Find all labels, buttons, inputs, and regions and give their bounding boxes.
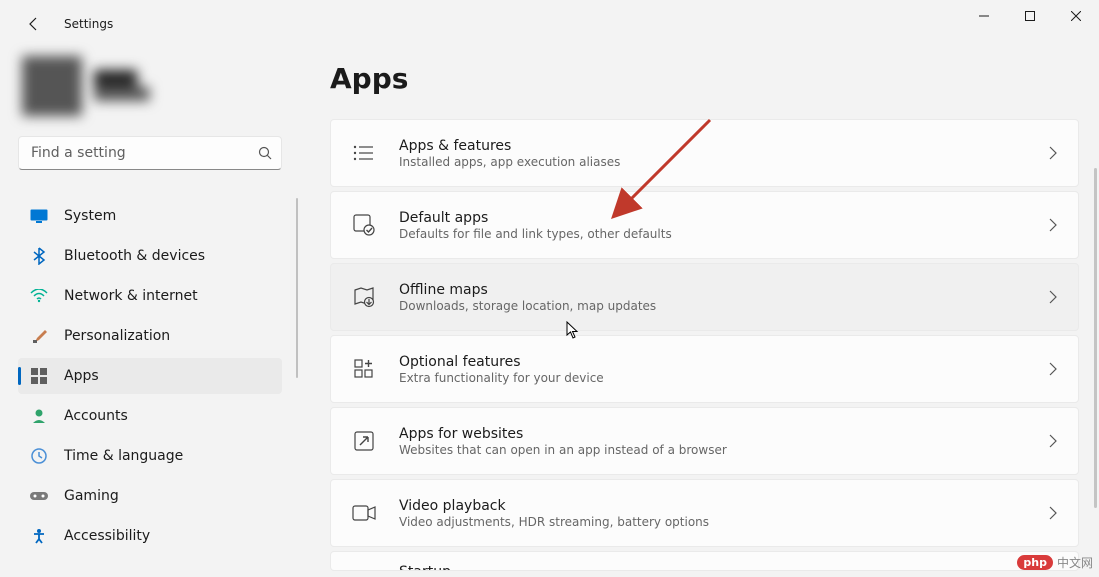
sidebar-item-system[interactable]: System: [18, 198, 282, 234]
search-container: [18, 136, 282, 170]
window-title: Settings: [64, 17, 113, 31]
profile-name: ████: [94, 71, 149, 87]
apps-icon: [30, 367, 48, 385]
display-icon: [30, 207, 48, 225]
card-video-playback[interactable]: Video playback Video adjustments, HDR st…: [330, 479, 1079, 547]
card-title: Offline maps: [399, 282, 1048, 298]
card-optional-features[interactable]: Optional features Extra functionality fo…: [330, 335, 1079, 403]
sidebar-item-label: Apps: [64, 368, 99, 384]
card-default-apps[interactable]: Default apps Defaults for file and link …: [330, 191, 1079, 259]
accessibility-icon: [30, 527, 48, 545]
chevron-right-icon: [1048, 290, 1058, 304]
sidebar-scrollbar[interactable]: [296, 198, 298, 378]
sidebar-item-label: Time & language: [64, 448, 183, 464]
card-desc: Websites that can open in an app instead…: [399, 443, 1048, 457]
sidebar-item-label: Accessibility: [64, 528, 150, 544]
sidebar-item-accessibility[interactable]: Accessibility: [18, 518, 282, 554]
card-desc: Video adjustments, HDR streaming, batter…: [399, 515, 1048, 529]
nav-list: System Bluetooth & devices Network & int…: [18, 198, 310, 554]
maximize-icon: [1025, 11, 1035, 21]
card-title: Video playback: [399, 498, 1048, 514]
card-title: Startup: [399, 564, 1058, 571]
card-title: Optional features: [399, 354, 1048, 370]
watermark-text: 中文网: [1057, 554, 1093, 571]
search-input[interactable]: [18, 136, 282, 170]
sidebar-item-network[interactable]: Network & internet: [18, 278, 282, 314]
avatar: [22, 56, 82, 116]
sidebar-item-time[interactable]: Time & language: [18, 438, 282, 474]
person-icon: [30, 407, 48, 425]
arrow-left-icon: [26, 16, 42, 32]
wifi-icon: [30, 287, 48, 305]
chevron-right-icon: [1048, 218, 1058, 232]
sidebar-item-apps[interactable]: Apps: [18, 358, 282, 394]
watermark-badge: php: [1017, 555, 1053, 570]
close-icon: [1071, 11, 1081, 21]
card-offline-maps[interactable]: Offline maps Downloads, storage location…: [330, 263, 1079, 331]
card-desc: Defaults for file and link types, other …: [399, 227, 1048, 241]
card-title: Default apps: [399, 210, 1048, 226]
default-apps-icon: [351, 212, 377, 238]
minimize-icon: [979, 11, 989, 21]
settings-cards: Apps & features Installed apps, app exec…: [330, 119, 1079, 571]
card-desc: Extra functionality for your device: [399, 371, 1048, 385]
sidebar: ████ ██████ System Bluetooth & devices N…: [0, 48, 310, 577]
chevron-right-icon: [1048, 434, 1058, 448]
card-apps-websites[interactable]: Apps for websites Websites that can open…: [330, 407, 1079, 475]
list-icon: [351, 140, 377, 166]
sidebar-item-gaming[interactable]: Gaming: [18, 478, 282, 514]
minimize-button[interactable]: [961, 0, 1007, 32]
sidebar-item-label: Accounts: [64, 408, 128, 424]
user-profile[interactable]: ████ ██████: [18, 56, 310, 116]
chevron-right-icon: [1048, 146, 1058, 160]
sidebar-item-label: System: [64, 208, 116, 224]
map-icon: [351, 284, 377, 310]
optional-features-icon: [351, 356, 377, 382]
sidebar-item-label: Network & internet: [64, 288, 198, 304]
clock-icon: [30, 447, 48, 465]
profile-email: ██████: [94, 87, 149, 101]
back-button[interactable]: [18, 8, 50, 40]
sidebar-item-bluetooth[interactable]: Bluetooth & devices: [18, 238, 282, 274]
bluetooth-icon: [30, 247, 48, 265]
card-title: Apps & features: [399, 138, 1048, 154]
video-icon: [351, 500, 377, 526]
main-content: Apps Apps & features Installed apps, app…: [310, 48, 1099, 577]
chevron-right-icon: [1048, 362, 1058, 376]
maximize-button[interactable]: [1007, 0, 1053, 32]
sidebar-item-accounts[interactable]: Accounts: [18, 398, 282, 434]
main-scrollbar[interactable]: [1094, 168, 1097, 508]
card-startup[interactable]: Startup: [330, 551, 1079, 571]
card-title: Apps for websites: [399, 426, 1048, 442]
chevron-right-icon: [1048, 506, 1058, 520]
watermark: php 中文网: [1017, 554, 1093, 571]
close-button[interactable]: [1053, 0, 1099, 32]
link-icon: [351, 428, 377, 454]
sidebar-item-label: Bluetooth & devices: [64, 248, 205, 264]
card-apps-features[interactable]: Apps & features Installed apps, app exec…: [330, 119, 1079, 187]
brush-icon: [30, 327, 48, 345]
gamepad-icon: [30, 487, 48, 505]
sidebar-item-label: Personalization: [64, 328, 170, 344]
card-desc: Downloads, storage location, map updates: [399, 299, 1048, 313]
sidebar-item-personalization[interactable]: Personalization: [18, 318, 282, 354]
sidebar-item-label: Gaming: [64, 488, 119, 504]
window-controls: [961, 0, 1099, 32]
titlebar: Settings: [0, 0, 1099, 48]
page-title: Apps: [330, 62, 1079, 95]
card-desc: Installed apps, app execution aliases: [399, 155, 1048, 169]
